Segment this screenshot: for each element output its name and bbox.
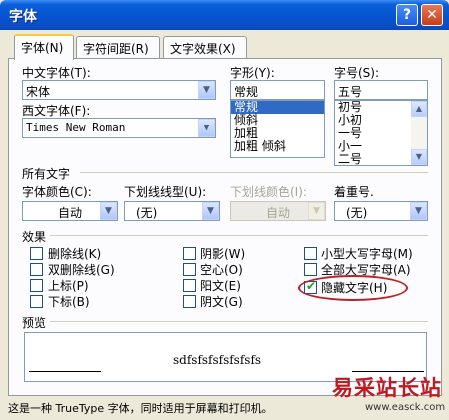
underline-color-select: 自动 ▼ xyxy=(230,201,326,221)
tab-char-spacing[interactable]: 字符间距(R) xyxy=(76,36,160,58)
shadow-checkbox[interactable] xyxy=(183,247,196,260)
chevron-down-icon[interactable]: ▼ xyxy=(198,119,215,137)
outline-checkbox[interactable] xyxy=(183,263,196,276)
divider xyxy=(50,235,428,236)
font-color-label: 字体颜色(C): xyxy=(22,185,92,199)
annotation-circle xyxy=(298,275,408,301)
preview-baseline xyxy=(29,371,101,372)
emboss-label: 阳文(E) xyxy=(200,279,241,293)
small-caps-label: 小型大写字母(M) xyxy=(321,247,413,261)
chevron-down-icon: ▼ xyxy=(308,202,325,220)
double-strikethrough-checkbox[interactable] xyxy=(30,263,43,276)
emphasis-value: (无) xyxy=(346,206,368,220)
strikethrough-checkbox[interactable] xyxy=(30,247,43,260)
engrave-label: 阴文(G) xyxy=(200,295,243,309)
outline-label: 空心(O) xyxy=(200,263,243,277)
effects-title: 效果 xyxy=(22,230,47,244)
chinese-font-select[interactable]: 宋体 ▼ xyxy=(22,80,216,100)
emphasis-label: 着重号. xyxy=(334,185,374,199)
western-font-label: 西文字体(F): xyxy=(22,104,91,118)
help-button[interactable]: ? xyxy=(396,4,418,26)
tab-text-effects[interactable]: 文字效果(X) xyxy=(163,36,247,58)
subscript-label: 下标(B) xyxy=(48,295,90,309)
scroll-up-icon[interactable]: ▲ xyxy=(411,101,427,117)
engrave-checkbox[interactable] xyxy=(183,295,196,308)
font-info-note: 这是一种 TrueType 字体，同时适用于屏幕和打印机。 xyxy=(8,402,273,415)
font-style-value: 常规 xyxy=(234,85,259,99)
tab-font[interactable]: 字体(N) xyxy=(14,34,74,60)
emboss-checkbox[interactable] xyxy=(183,279,196,292)
chevron-down-icon[interactable]: ▼ xyxy=(410,202,427,220)
chevron-down-icon[interactable]: ▼ xyxy=(198,81,215,99)
superscript-label: 上标(P) xyxy=(48,279,89,293)
scroll-down-icon[interactable]: ▼ xyxy=(411,149,427,165)
font-size-value: 五号 xyxy=(338,85,363,99)
underline-color-label: 下划线颜色(I): xyxy=(230,185,307,199)
underline-select[interactable]: (无) ▼ xyxy=(124,201,220,221)
double-strikethrough-label: 双删除线(G) xyxy=(48,263,115,277)
small-caps-checkbox[interactable] xyxy=(304,247,317,260)
font-style-option[interactable]: 加粗 倾斜 xyxy=(231,140,324,153)
all-caps-checkbox[interactable] xyxy=(304,263,317,276)
watermark-url: www.easck.com xyxy=(365,402,446,413)
watermark-logo: 易采站长站 xyxy=(332,375,442,400)
title-bar xyxy=(0,0,449,30)
underline-value: (无) xyxy=(136,206,158,220)
font-size-input[interactable]: 五号 xyxy=(334,80,428,100)
font-style-list[interactable]: 常规 倾斜 加粗 加粗 倾斜 xyxy=(230,100,325,158)
preview-title: 预览 xyxy=(22,316,47,330)
window-title: 字体 xyxy=(9,9,37,25)
all-text-title: 所有文字 xyxy=(22,167,71,181)
preview-sample: sdfsfsfsfsfsfsfs xyxy=(173,353,262,367)
chinese-font-value: 宋体 xyxy=(26,85,51,99)
chinese-font-label: 中文字体(T): xyxy=(22,66,91,80)
divider xyxy=(80,172,428,173)
chevron-down-icon[interactable]: ▼ xyxy=(202,202,219,220)
underline-label: 下划线线型(U): xyxy=(124,185,207,199)
superscript-checkbox[interactable] xyxy=(30,279,43,292)
scrollbar[interactable]: ▲ ▼ xyxy=(411,101,427,165)
close-button[interactable]: ✕ xyxy=(421,4,443,26)
font-color-select[interactable]: 自动 ▼ xyxy=(22,201,118,221)
chevron-down-icon[interactable]: ▼ xyxy=(100,202,117,220)
subscript-checkbox[interactable] xyxy=(30,295,43,308)
font-size-label: 字号(S): xyxy=(334,66,380,80)
font-style-label: 字形(Y): xyxy=(230,66,275,80)
strikethrough-label: 删除线(K) xyxy=(48,247,102,261)
divider xyxy=(50,321,428,322)
font-size-list[interactable]: 初号 小初 一号 小一 二号 ▲ ▼ xyxy=(334,100,428,166)
font-color-value: 自动 xyxy=(57,206,82,220)
shadow-label: 阴影(W) xyxy=(200,247,246,261)
western-font-select[interactable]: Times New Roman ▼ xyxy=(22,118,216,138)
underline-color-value: 自动 xyxy=(265,206,290,220)
emphasis-select[interactable]: (无) ▼ xyxy=(334,201,428,221)
western-font-value: Times New Roman xyxy=(26,121,126,134)
font-style-input[interactable]: 常规 xyxy=(230,80,325,100)
